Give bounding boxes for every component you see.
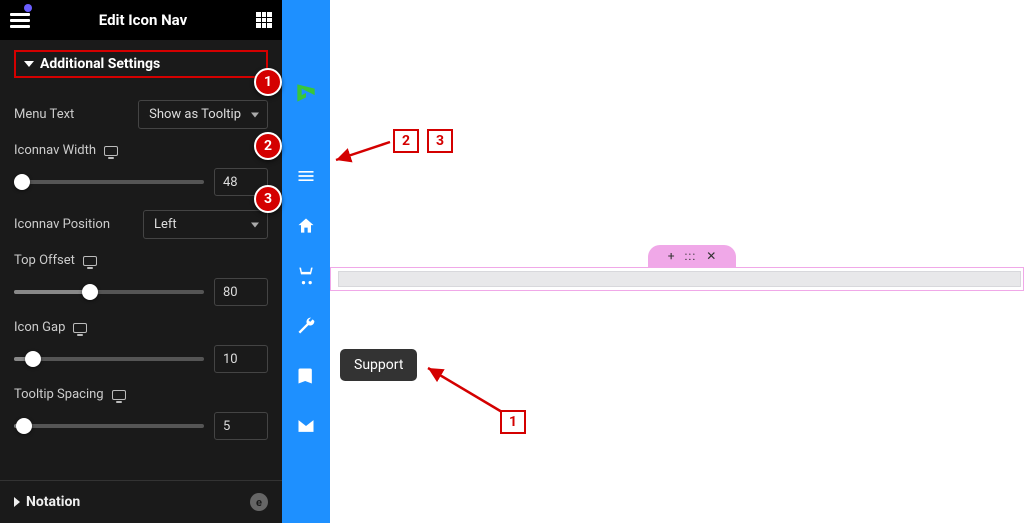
tooltip-spacing-label: Tooltip Spacing: [14, 387, 104, 402]
widget-close-icon[interactable]: ✕: [706, 249, 716, 263]
tooltip-spacing-input[interactable]: 5: [214, 412, 268, 440]
additional-settings-header[interactable]: Additional Settings: [14, 50, 268, 78]
icon-gap-slider[interactable]: [14, 357, 204, 361]
iconnav-width-slider[interactable]: [14, 180, 204, 184]
responsive-icon[interactable]: [73, 323, 87, 333]
chevron-down-icon: [251, 112, 259, 117]
responsive-icon[interactable]: [104, 146, 118, 156]
icon-gap-label: Icon Gap: [14, 320, 65, 335]
top-offset-row: Top Offset: [14, 253, 268, 268]
apps-grid-icon[interactable]: [256, 12, 272, 28]
notation-label: Notation: [26, 494, 80, 510]
widget-inner-placeholder[interactable]: [338, 271, 1021, 287]
annotation-arrow-bottom: [420, 360, 510, 420]
caret-down-icon: [24, 61, 34, 67]
iconnav-width-row: Iconnav Width: [14, 143, 268, 158]
menu-text-value: Show as Tooltip: [149, 107, 241, 122]
responsive-icon[interactable]: [83, 256, 97, 266]
menu-text-row: Menu Text Show as Tooltip: [14, 100, 268, 129]
panel-body: Menu Text Show as Tooltip Iconnav Width …: [0, 86, 282, 480]
menu-text-select[interactable]: Show as Tooltip: [138, 100, 268, 129]
top-offset-input[interactable]: 80: [214, 278, 268, 306]
annotation-arrow-top: [330, 130, 400, 170]
top-offset-label: Top Offset: [14, 253, 75, 268]
wrench-icon[interactable]: [296, 316, 316, 336]
notification-dot-icon: [24, 4, 32, 12]
top-offset-slider-row: 80: [14, 278, 268, 306]
iconnav-bar: [282, 0, 330, 523]
tooltip-spacing-slider-row: 5: [14, 412, 268, 440]
iconnav-position-row: Iconnav Position Left: [14, 210, 268, 239]
mail-icon[interactable]: [296, 416, 316, 436]
iconnav-position-label: Iconnav Position: [14, 217, 110, 232]
annotation-box-1: 1: [500, 410, 526, 434]
icon-gap-row: Icon Gap: [14, 320, 268, 335]
widget-add-icon[interactable]: +: [668, 249, 675, 263]
iconnav-position-value: Left: [154, 217, 177, 232]
top-offset-slider[interactable]: [14, 290, 204, 294]
panel-header: Edit Icon Nav: [0, 0, 282, 40]
widget-controls-tab: + ::: ✕: [648, 245, 736, 267]
menu-text-label: Menu Text: [14, 107, 74, 122]
chevron-down-icon: [251, 222, 259, 227]
iconnav-tooltip: Support: [340, 349, 417, 381]
logo-icon[interactable]: [293, 80, 319, 106]
shop-icon[interactable]: [296, 266, 316, 286]
panel-menu-icon[interactable]: [10, 13, 30, 28]
icon-gap-input[interactable]: 10: [214, 345, 268, 373]
iconnav-width-label: Iconnav Width: [14, 143, 96, 158]
notation-section[interactable]: Notation e: [0, 480, 282, 523]
menu-icon[interactable]: [296, 166, 316, 186]
annotation-circle-2: 2: [254, 132, 282, 160]
responsive-icon[interactable]: [112, 390, 126, 400]
iconnav-position-select[interactable]: Left: [143, 210, 268, 239]
section-label: Additional Settings: [40, 56, 160, 72]
panel-title: Edit Icon Nav: [30, 11, 256, 29]
tooltip-spacing-row: Tooltip Spacing: [14, 387, 268, 402]
icon-gap-slider-row: 10: [14, 345, 268, 373]
book-icon[interactable]: [296, 366, 316, 386]
widget-drag-icon[interactable]: :::: [685, 249, 697, 263]
iconnav-width-slider-row: 48: [14, 168, 268, 196]
annotation-circle-3: 3: [254, 185, 282, 213]
annotation-circle-1: 1: [254, 68, 282, 96]
annotation-box-3: 3: [427, 129, 453, 153]
settings-panel: Edit Icon Nav Additional Settings Menu T…: [0, 0, 282, 523]
tooltip-spacing-slider[interactable]: [14, 424, 204, 428]
caret-right-icon: [14, 497, 20, 507]
annotation-box-2: 2: [393, 129, 419, 153]
home-icon[interactable]: [296, 216, 316, 236]
elementor-e-icon: e: [250, 493, 268, 511]
